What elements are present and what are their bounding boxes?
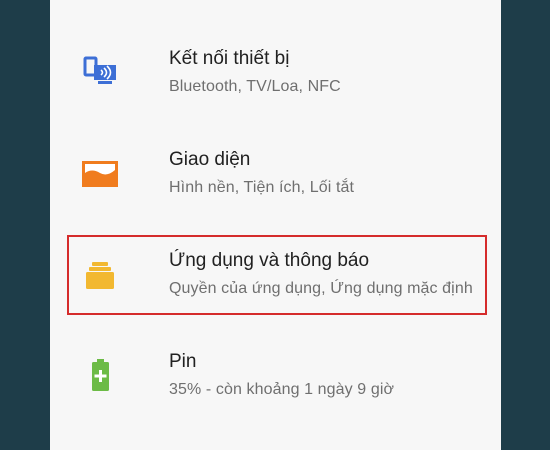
settings-item-title: Kết nối thiết bị	[169, 48, 290, 69]
settings-item-summary: Bluetooth, TV/Loa, NFC	[169, 78, 341, 95]
settings-item-summary: Hình nền, Tiện ích, Lối tắt	[169, 179, 355, 196]
settings-item-connected-devices[interactable]: Kết nối thiết bị Bluetooth, TV/Loa, NFC	[50, 22, 501, 124]
settings-item-title: Pin	[169, 351, 197, 372]
apps-icon	[80, 255, 120, 295]
settings-item-apps-notifications[interactable]: Ứng dụng và thông báo Quyền của ứng dụng…	[50, 224, 501, 326]
settings-item-title: Giao diện	[169, 149, 251, 170]
connected-devices-icon	[80, 53, 120, 93]
settings-screen: Kết nối thiết bị Bluetooth, TV/Loa, NFC …	[50, 0, 501, 450]
settings-item-display[interactable]: Giao diện Hình nền, Tiện ích, Lối tắt	[50, 123, 501, 225]
display-icon	[80, 154, 120, 194]
settings-item-battery[interactable]: Pin 35% - còn khoảng 1 ngày 9 giờ	[50, 325, 501, 427]
settings-item-title: Ứng dụng và thông báo	[169, 250, 370, 271]
settings-item-summary: 35% - còn khoảng 1 ngày 9 giờ	[169, 381, 395, 398]
battery-icon	[80, 356, 120, 396]
settings-item-summary: Quyền của ứng dụng, Ứng dụng mặc định	[169, 280, 473, 297]
